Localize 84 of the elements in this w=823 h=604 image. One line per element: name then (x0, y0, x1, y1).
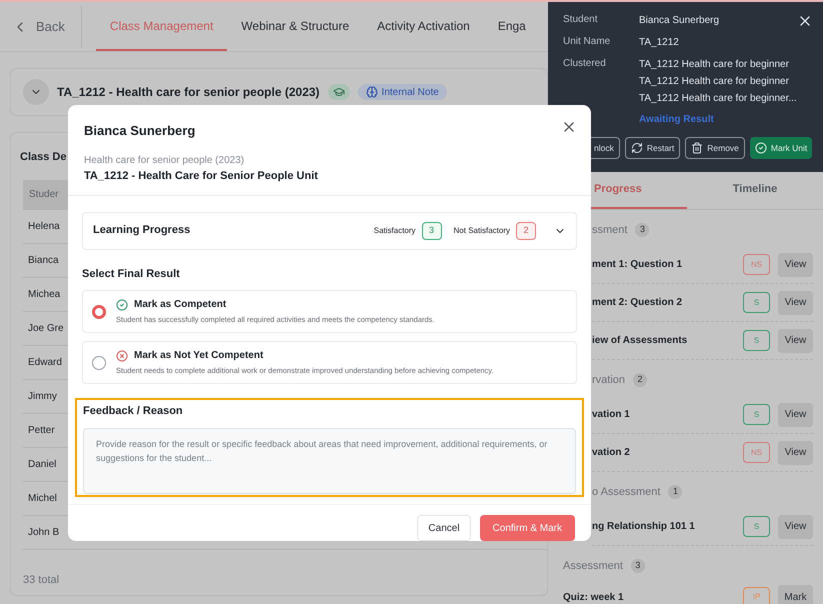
view-button[interactable]: View (778, 252, 813, 276)
view-button[interactable]: View (778, 402, 813, 426)
count-badge: 3 (635, 223, 650, 237)
column-header: Studer (29, 188, 58, 202)
option-label: Mark as Competent (134, 298, 226, 312)
status-badge: S (743, 330, 770, 351)
assessment-name: vation 2 (592, 446, 631, 460)
check-circle-icon (754, 142, 767, 154)
nav-tab[interactable]: Activity Activation (363, 2, 484, 51)
status-text: Awaiting Result (639, 113, 715, 127)
x-circle-icon (116, 350, 128, 362)
view-button[interactable]: View (778, 440, 813, 464)
student-name: Edward (28, 356, 62, 370)
student-name: John B (28, 526, 60, 540)
view-button[interactable]: View (778, 514, 813, 538)
feedback-field[interactable]: Provide reason for the result or specific feedback about areas that need improvement, additional requirements, or suggestions for the student... (83, 428, 576, 494)
student-name: Petter (28, 424, 55, 438)
section-title: Assessment (563, 558, 623, 574)
nav-tab[interactable]: Webinar & Structure (227, 2, 364, 51)
course-name: Health care for senior people (2023) (84, 154, 246, 168)
check-circle-icon (116, 298, 128, 311)
section-heading: Select Final Result (82, 266, 181, 282)
assessment-name: ng Relationship 101 1 (592, 520, 696, 534)
radio-button[interactable] (92, 304, 106, 318)
total-count: 33 total (23, 572, 60, 588)
dialog-title: Bianca Sunerberg (84, 122, 196, 140)
not-satisfactory-label: Not Satisfactory (454, 224, 510, 236)
field-value: TA_1212 Health care for beginner (639, 58, 790, 72)
not-satisfactory-count: 2 (516, 222, 536, 240)
field-value: TA_1212 Health care for beginner... (639, 92, 797, 106)
student-name: Michel (28, 492, 57, 506)
student-name: Jimmy (28, 390, 57, 404)
student-name: Michea (28, 288, 60, 302)
assessment-name: ment 2: Question 2 (592, 296, 684, 310)
assessment-name: iew of Assessments (592, 334, 688, 348)
refresh-icon (630, 142, 643, 154)
field-label: Unit Name (563, 35, 612, 49)
action-button[interactable]: Mark Unit (750, 137, 812, 159)
cancel-button[interactable]: Cancel (417, 515, 471, 541)
view-button[interactable]: Mark (778, 585, 813, 604)
status-badge: S (743, 404, 770, 425)
status-badge: S (743, 516, 770, 537)
view-button[interactable]: View (778, 328, 813, 352)
brain-icon (366, 86, 378, 98)
graduation-cap-icon (332, 86, 345, 98)
count-badge: 1 (668, 485, 682, 499)
assessment-name: ment 1: Question 1 (592, 258, 684, 272)
student-name: Daniel (28, 458, 56, 472)
student-name: Bianca (28, 254, 59, 268)
satisfactory-label: Satisfactory (374, 224, 416, 236)
field-label: Clustered (563, 57, 607, 71)
internal-note-badge: Internal Note (358, 84, 447, 100)
count-badge: 3 (630, 559, 645, 573)
course-title: TA_1212 - Health care for senior people (2023) (57, 84, 320, 101)
card-title: Class De (20, 150, 66, 165)
radio-button[interactable] (92, 356, 106, 370)
status-badge: NS (743, 254, 770, 275)
count-badge: 2 (633, 373, 648, 387)
nav-tab[interactable]: Enga (484, 2, 540, 51)
field-value: TA_1212 (639, 36, 679, 50)
view-button[interactable]: View (778, 290, 813, 314)
panel-title: Learning Progress (93, 223, 192, 238)
student-name: Joe Gre (28, 322, 64, 336)
drawer-tab[interactable]: Timeline (687, 172, 823, 209)
assessment-name: Quiz: week 1 (563, 590, 625, 604)
field-label: Student (563, 13, 598, 27)
field-value: TA_1212 Health care for beginner (639, 75, 790, 89)
status-badge: IP (743, 586, 770, 604)
action-button[interactable]: Remove (685, 137, 745, 159)
back-button[interactable]: Back (0, 6, 82, 48)
section-title: rvation (592, 372, 626, 388)
section-title: ssment (592, 222, 628, 238)
field-value: Bianca Sunerberg (639, 14, 720, 28)
assessment-name: vation 1 (592, 408, 631, 422)
status-badge: S (743, 292, 770, 313)
status-badge: NS (743, 442, 770, 463)
trash-icon (691, 142, 704, 154)
student-name: Helena (28, 220, 60, 234)
unit-title: TA_1212 - Health Care for Senior People Unit (84, 169, 319, 184)
feedback-label: Feedback / Reason (83, 404, 184, 419)
satisfactory-count: 3 (422, 222, 442, 240)
section-title: o Assessment (592, 484, 660, 500)
action-button[interactable]: Restart (624, 137, 680, 159)
option-label: Mark as Not Yet Competent (134, 349, 264, 364)
